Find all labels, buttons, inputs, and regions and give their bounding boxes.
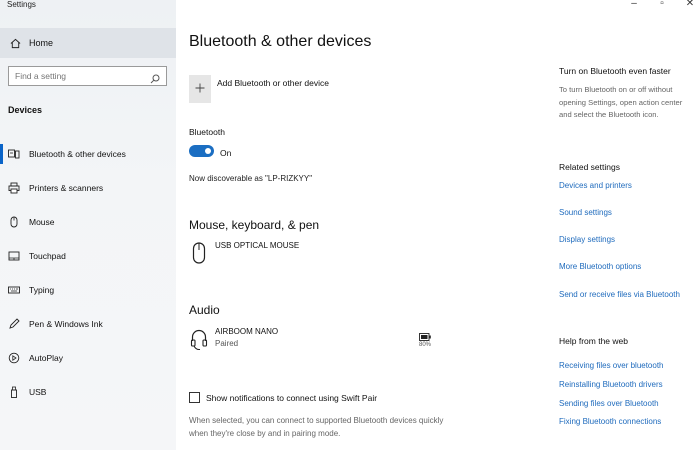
search-icon[interactable] [150, 71, 160, 84]
audio-section-heading: Audio [189, 303, 220, 317]
home-label: Home [29, 38, 54, 48]
link-more-bluetooth-options[interactable]: More Bluetooth options [559, 262, 641, 271]
bluetooth-toggle[interactable] [189, 145, 214, 157]
home-button[interactable]: Home [0, 28, 176, 58]
link-display-settings[interactable]: Display settings [559, 235, 615, 244]
search-input[interactable] [15, 71, 145, 81]
mouse-section-heading: Mouse, keyboard, & pen [189, 218, 320, 232]
battery-percent: 80% [418, 342, 431, 348]
swift-pair-description: When selected, you can connect to suppor… [189, 416, 444, 438]
touchpad-icon [8, 250, 20, 262]
sidebar-item-label: USB [29, 387, 47, 397]
tip-text: To turn Bluetooth on or off without open… [559, 85, 683, 119]
sidebar-item-printers[interactable]: Printers & scanners [0, 171, 176, 205]
sidebar-item-label: AutoPlay [29, 353, 64, 363]
link-sound-settings[interactable]: Sound settings [559, 208, 612, 217]
link-reinstalling-drivers[interactable]: Reinstalling Bluetooth drivers [559, 380, 663, 389]
page-title: Bluetooth & other devices [189, 33, 372, 50]
audio-device[interactable]: AIRBOOM NANO Paired [189, 327, 278, 351]
headset-icon [189, 327, 209, 351]
audio-device-name: AIRBOOM NANO [215, 327, 279, 336]
swift-pair-label[interactable]: Show notifications to connect using Swif… [206, 393, 377, 403]
link-receiving-files[interactable]: Receiving files over bluetooth [559, 361, 664, 370]
mouse-device-name: USB OPTICAL MOUSE [215, 241, 300, 250]
mouse-device[interactable]: USB OPTICAL MOUSE [189, 241, 299, 265]
bluetooth-label: Bluetooth [189, 127, 225, 137]
link-send-receive-files[interactable]: Send or receive files via Bluetooth [559, 290, 680, 299]
swift-pair-row[interactable]: Show notifications to connect using Swif… [189, 392, 377, 403]
home-icon [9, 37, 21, 49]
audio-device-status: Paired [215, 339, 239, 348]
bluetooth-devices-icon [8, 148, 20, 160]
sidebar-item-label: Bluetooth & other devices [29, 149, 126, 159]
swift-pair-checkbox[interactable] [189, 392, 200, 403]
sidebar-item-pen[interactable]: Pen & Windows Ink [0, 307, 176, 341]
search-box[interactable] [8, 66, 167, 86]
right-panel: Turn on Bluetooth even faster To turn Bl… [559, 0, 694, 450]
link-fixing-connections[interactable]: Fixing Bluetooth connections [559, 417, 661, 426]
sidebar-item-label: Touchpad [29, 251, 66, 261]
related-settings-title: Related settings [559, 162, 620, 172]
main-content: Bluetooth & other devices Add Bluetooth … [189, 0, 529, 450]
mouse-device-icon [189, 241, 209, 265]
sidebar-item-bluetooth[interactable]: Bluetooth & other devices [0, 137, 176, 171]
sidebar-nav: Bluetooth & other devices Printers & sca… [0, 137, 176, 409]
sidebar-item-label: Typing [29, 285, 55, 295]
sidebar-item-label: Printers & scanners [29, 183, 104, 193]
discoverable-text: Now discoverable as "LP-RIZKYY" [189, 174, 313, 183]
sidebar-item-label: Mouse [29, 217, 55, 227]
pen-icon [8, 318, 20, 330]
app-title: Settings [7, 0, 36, 9]
printer-icon [8, 182, 20, 194]
add-device-button[interactable] [189, 75, 211, 103]
sidebar-item-touchpad[interactable]: Touchpad [0, 239, 176, 273]
link-sending-files[interactable]: Sending files over Bluetooth [559, 399, 659, 408]
add-device-label[interactable]: Add Bluetooth or other device [217, 78, 329, 88]
link-devices-and-printers[interactable]: Devices and printers [559, 181, 632, 190]
keyboard-icon [8, 284, 20, 296]
sidebar: Settings Home Devices Bluetooth & other … [0, 0, 176, 450]
sidebar-item-mouse[interactable]: Mouse [0, 205, 176, 239]
section-label-devices: Devices [8, 105, 43, 115]
sidebar-item-usb[interactable]: USB [0, 375, 176, 409]
tip-title: Turn on Bluetooth even faster [559, 66, 671, 76]
sidebar-item-typing[interactable]: Typing [0, 273, 176, 307]
help-title: Help from the web [559, 336, 628, 346]
sidebar-item-autoplay[interactable]: AutoPlay [0, 341, 176, 375]
sidebar-item-label: Pen & Windows Ink [29, 319, 103, 329]
plus-icon [195, 80, 205, 98]
autoplay-icon [8, 352, 20, 364]
mouse-icon [8, 216, 20, 228]
toggle-state-text: On [220, 148, 232, 158]
usb-icon [8, 386, 20, 398]
